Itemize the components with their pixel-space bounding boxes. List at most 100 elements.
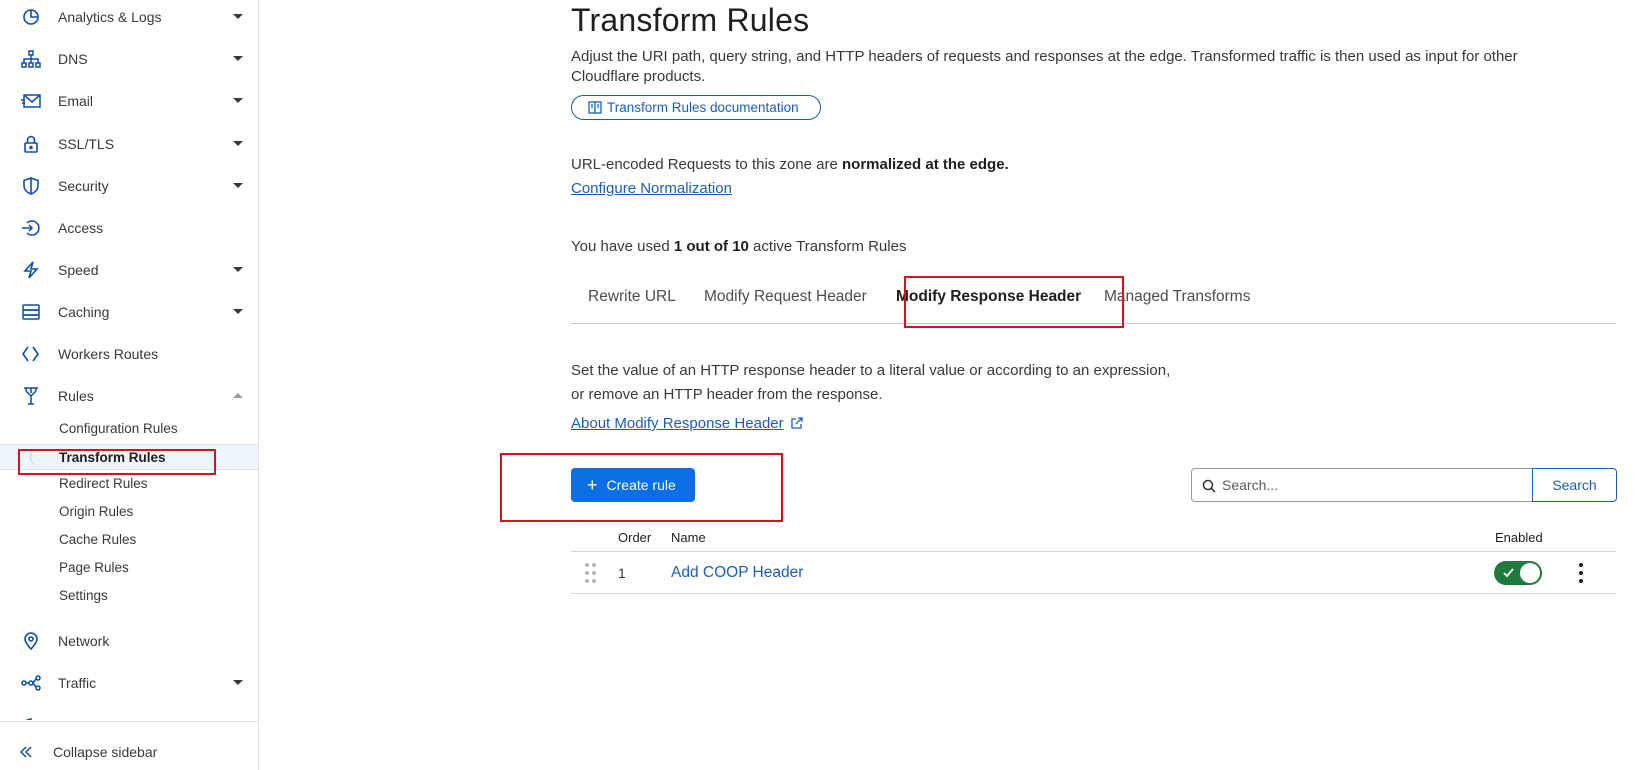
sidebar-item-label: Security: [58, 178, 109, 194]
chevron-down-icon: [233, 680, 243, 685]
tab-managed-transforms[interactable]: Managed Transforms: [1104, 288, 1250, 306]
location-pin-icon: [21, 632, 41, 650]
tab-modify-response-header[interactable]: Modify Response Header: [896, 288, 1081, 306]
column-header-order: Order: [618, 530, 652, 545]
chevron-down-icon: [233, 141, 243, 146]
tab-modify-request-header[interactable]: Modify Request Header: [704, 288, 867, 306]
sidebar-subitem-label: Settings: [59, 588, 108, 603]
section-description-line1: Set the value of an HTTP response header…: [571, 362, 1171, 379]
sidebar-item-label: Email: [58, 93, 94, 109]
table-header: Order Name Enabled: [571, 524, 1616, 552]
chevron-down-icon: [233, 56, 243, 61]
sidebar-item-label: Rules: [58, 388, 94, 404]
chevron-up-icon: [233, 393, 243, 398]
rule-order: 1: [618, 565, 626, 581]
sidebar-subitem-redirect-rules[interactable]: Redirect Rules: [0, 471, 258, 497]
sidebar-item-label: Speed: [58, 262, 99, 278]
sidebar-subitem-page-rules[interactable]: Page Rules: [0, 555, 258, 581]
sidebar-item-traffic[interactable]: Traffic: [0, 667, 258, 699]
sidebar-subitem-label: Configuration Rules: [59, 421, 178, 436]
lightning-icon: [21, 261, 41, 279]
dns-icon: [21, 50, 41, 68]
more-actions-icon[interactable]: [1577, 563, 1585, 583]
sidebar-subitem-label: Redirect Rules: [59, 476, 148, 491]
sidebar-item-label: Traffic: [58, 675, 97, 691]
page-title: Transform Rules: [571, 2, 810, 38]
sidebar-item-email[interactable]: Email: [0, 85, 258, 117]
usage-text: You have used 1 out of 10 active Transfo…: [571, 238, 906, 255]
rule-enabled-toggle[interactable]: [1494, 561, 1542, 585]
workers-icon: [21, 345, 41, 363]
sidebar-item-caching[interactable]: Caching: [0, 296, 258, 328]
column-header-name: Name: [671, 530, 706, 545]
configure-normalization-link[interactable]: Configure Normalization: [571, 180, 732, 197]
sidebar-item-label: SSL/TLS: [58, 136, 115, 152]
sidebar-subitem-cache-rules[interactable]: Cache Rules: [0, 527, 258, 553]
sidebar-item-label: Access: [58, 220, 104, 236]
sidebar-item-label: Network: [58, 633, 110, 649]
analytics-icon: [21, 8, 41, 26]
usage-suffix: active Transform Rules: [748, 238, 907, 255]
sidebar-subitem-label: Origin Rules: [59, 504, 134, 519]
shield-icon: [21, 177, 41, 195]
sidebar-subitem-configuration-rules[interactable]: Configuration Rules: [0, 416, 258, 442]
collapse-sidebar-button[interactable]: Collapse sidebar: [0, 737, 258, 767]
traffic-icon: [21, 674, 41, 692]
sidebar-item-label: Caching: [58, 304, 110, 320]
section-description: Set the value of an HTTP response header…: [571, 359, 1170, 407]
sidebar-item-network[interactable]: Network: [0, 625, 258, 657]
rule-tabs: Rewrite URL Modify Request Header Modify…: [571, 273, 1616, 324]
chevron-down-icon: [233, 309, 243, 314]
sidebar-item-workers-routes[interactable]: Workers Routes: [0, 338, 258, 370]
sidebar-item-analytics-logs[interactable]: Analytics & Logs: [0, 1, 258, 33]
column-header-enabled: Enabled: [1495, 530, 1543, 545]
chevron-down-icon: [233, 183, 243, 188]
sidebar-divider: [0, 721, 258, 722]
sidebar-item-speed[interactable]: Speed: [0, 254, 258, 286]
search-button[interactable]: Search: [1532, 468, 1617, 502]
external-link-icon: [790, 417, 803, 429]
caching-icon: [21, 303, 41, 321]
documentation-link[interactable]: Transform Rules documentation: [571, 95, 821, 120]
drag-handle-icon[interactable]: [585, 563, 597, 583]
tab-rewrite-url[interactable]: Rewrite URL: [588, 288, 676, 306]
sidebar-item-security[interactable]: Security: [0, 170, 258, 202]
chevron-down-icon: [233, 14, 243, 19]
create-rule-label: Create rule: [606, 477, 676, 493]
chevron-down-icon: [233, 98, 243, 103]
book-icon: [588, 101, 602, 114]
normalization-text: URL-encoded Requests to this zone are no…: [571, 156, 1009, 173]
check-icon: [1503, 568, 1514, 578]
lock-icon: [21, 135, 41, 153]
collapse-sidebar-label: Collapse sidebar: [53, 744, 158, 760]
search-input[interactable]: [1192, 469, 1532, 501]
plus-icon: +: [587, 475, 598, 495]
about-modify-response-header-link[interactable]: About Modify Response Header: [571, 415, 803, 432]
email-icon: [21, 92, 41, 110]
normalization-text-bold: normalized at the edge.: [842, 156, 1009, 173]
sidebar-subitem-label: Transform Rules: [59, 450, 166, 465]
sidebar-subitem-label: Cache Rules: [59, 532, 137, 547]
about-link-label: About Modify Response Header: [571, 415, 784, 432]
create-rule-button[interactable]: + Create rule: [571, 468, 695, 502]
section-description-line2: or remove an HTTP header from the respon…: [571, 386, 883, 403]
page-description: Adjust the URI path, query string, and H…: [571, 48, 1518, 85]
search-box: Search: [1191, 468, 1617, 502]
rules-table: Order Name Enabled 1 Add COOP Header: [571, 524, 1616, 594]
sidebar-subitem-transform-rules[interactable]: Transform Rules: [0, 444, 258, 470]
rule-name-link[interactable]: Add COOP Header: [671, 564, 803, 582]
sidebar-item-ssl-tls[interactable]: SSL/TLS: [0, 128, 258, 160]
sidebar-item-dns[interactable]: DNS: [0, 43, 258, 75]
table-row: 1 Add COOP Header: [571, 552, 1616, 594]
rules-icon: [21, 387, 41, 405]
sidebar-item-label: Analytics & Logs: [58, 9, 162, 25]
documentation-link-label: Transform Rules documentation: [607, 100, 799, 115]
usage-count: 1 out of 10: [673, 238, 749, 255]
sidebar-item-access[interactable]: Access: [0, 212, 258, 244]
sidebar-subitem-settings[interactable]: Settings: [0, 583, 258, 609]
sidebar-item-rules[interactable]: Rules: [0, 380, 258, 412]
sidebar-item-label: DNS: [58, 51, 88, 67]
sidebar-subitem-origin-rules[interactable]: Origin Rules: [0, 499, 258, 525]
main-content: Transform Rules Adjust the URI path, que…: [260, 0, 1640, 770]
sidebar-subitem-label: Page Rules: [59, 560, 129, 575]
